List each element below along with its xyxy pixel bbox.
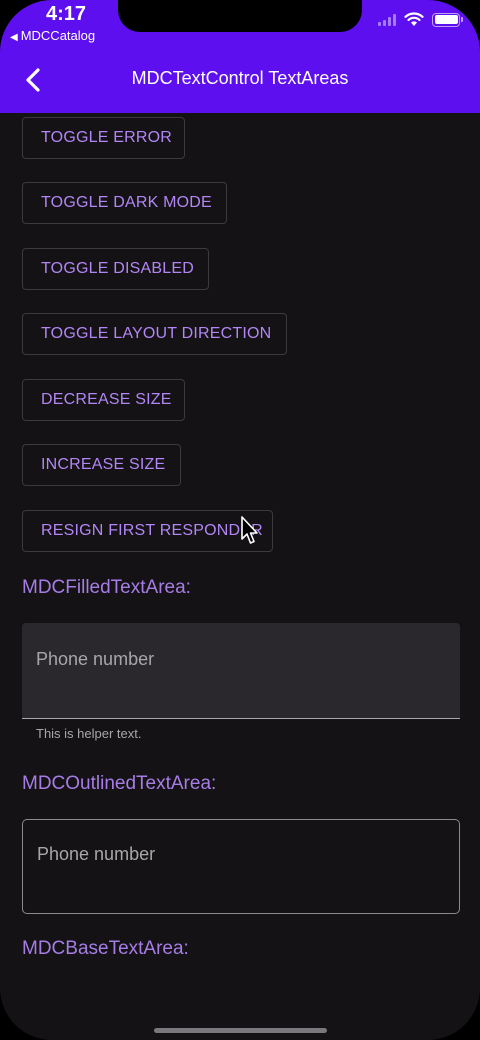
cellular-signal-icon	[378, 13, 396, 26]
back-triangle-icon: ◀	[10, 32, 18, 43]
helper-text: This is helper text.	[36, 726, 142, 741]
wifi-icon	[404, 12, 424, 26]
status-time: 4:17	[45, 3, 87, 25]
resign-first-responder-button[interactable]: RESIGN FIRST RESPONDER	[22, 510, 273, 552]
outlined-placeholder: Phone number	[37, 844, 156, 864]
device-notch	[118, 0, 362, 32]
filled-text-area[interactable]: Phone number	[22, 623, 460, 719]
toggle-disabled-button[interactable]: TOGGLE DISABLED	[22, 248, 209, 290]
base-text-area-label: MDCBaseTextArea:	[22, 938, 189, 959]
toggle-layout-direction-button[interactable]: TOGGLE LAYOUT DIRECTION	[22, 313, 287, 355]
phone-screen: 4:17 ◀ MDCCatalog MDCTextControl TextArea…	[0, 0, 480, 1040]
mouse-pointer-icon	[241, 516, 258, 544]
filled-placeholder: Phone number	[36, 649, 155, 669]
filled-text-area-label: MDCFilledTextArea:	[22, 577, 191, 598]
toggle-dark-mode-button[interactable]: TOGGLE DARK MODE	[22, 182, 227, 224]
home-indicator[interactable]	[154, 1028, 327, 1033]
increase-size-button[interactable]: INCREASE SIZE	[22, 444, 181, 486]
outlined-text-area[interactable]: Phone number	[22, 819, 460, 914]
back-app-label: MDCCatalog	[20, 28, 96, 43]
status-icons	[378, 12, 463, 27]
battery-icon	[432, 12, 463, 27]
decrease-size-button[interactable]: DECREASE SIZE	[22, 379, 185, 421]
outlined-text-area-label: MDCOutlinedTextArea:	[22, 773, 217, 794]
app-bar: 4:17 ◀ MDCCatalog MDCTextControl TextArea…	[0, 0, 480, 113]
toggle-error-button[interactable]: TOGGLE ERROR	[22, 117, 185, 159]
page-title: MDCTextControl TextAreas	[131, 68, 349, 88]
back-to-app-link[interactable]: ◀ MDCCatalog	[10, 28, 95, 43]
